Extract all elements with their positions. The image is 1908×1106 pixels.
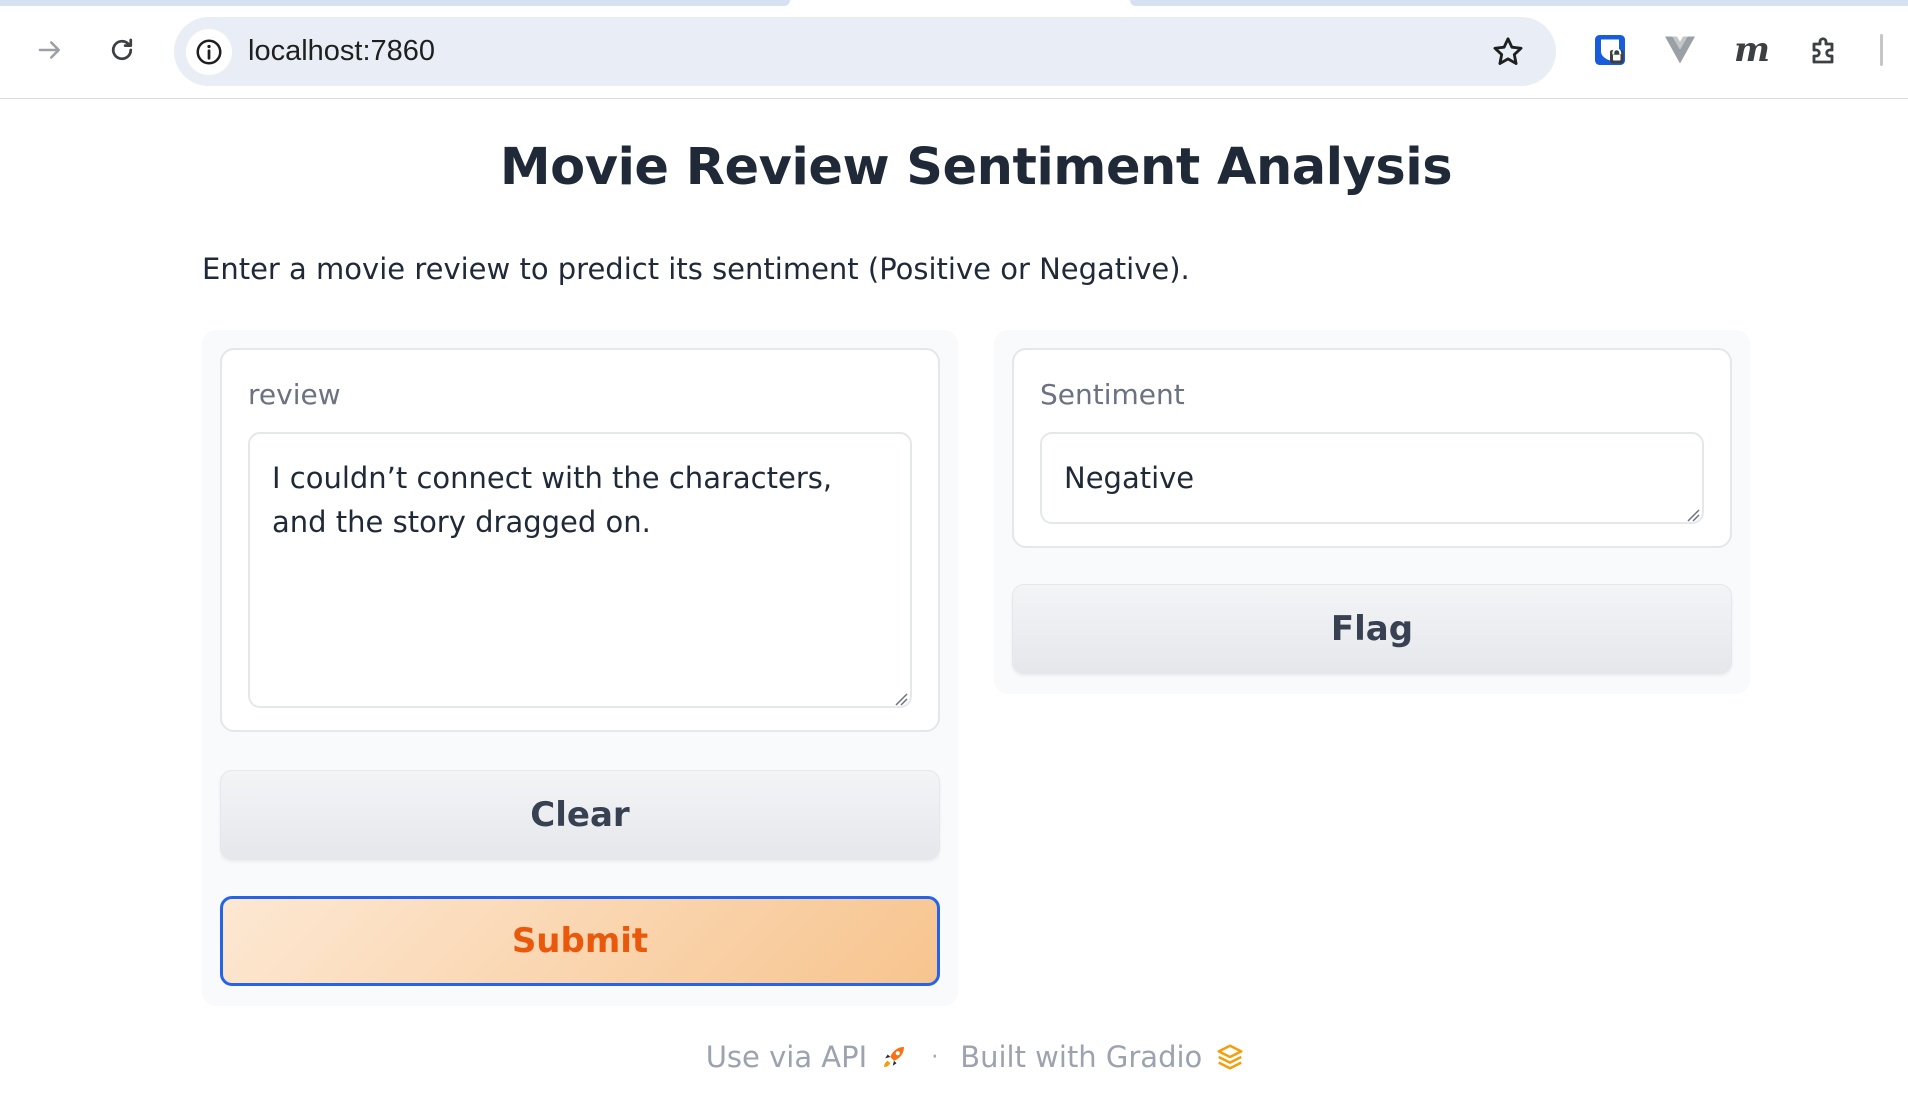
extensions-puzzle-icon[interactable] xyxy=(1806,30,1846,70)
info-icon xyxy=(196,39,222,65)
page-description: Enter a movie review to predict its sent… xyxy=(202,252,1190,286)
resize-handle-icon[interactable] xyxy=(1686,508,1700,522)
built-with-gradio-link[interactable]: Built with Gradio xyxy=(960,1040,1246,1074)
use-via-api-link[interactable]: Use via API xyxy=(706,1040,909,1074)
reload-button[interactable] xyxy=(98,26,146,74)
review-textarea[interactable]: I couldn’t connect with the characters, … xyxy=(248,432,912,708)
site-info-button[interactable] xyxy=(186,29,232,75)
page-title: Movie Review Sentiment Analysis xyxy=(499,138,1453,197)
built-with-gradio-label: Built with Gradio xyxy=(960,1040,1203,1074)
sentiment-block: Sentiment Negative xyxy=(1012,348,1732,548)
review-block: review I couldn’t connect with the chara… xyxy=(220,348,940,732)
output-panel: Sentiment Negative Flag xyxy=(994,330,1750,694)
bitwarden-extension-icon[interactable] xyxy=(1590,30,1630,70)
sentiment-output[interactable]: Negative xyxy=(1040,432,1704,524)
arrow-right-icon xyxy=(38,41,60,59)
address-bar[interactable]: localhost:7860 xyxy=(174,17,1556,86)
forward-button[interactable] xyxy=(26,26,74,74)
review-label: review xyxy=(248,378,341,411)
browser-toolbar: localhost:7860 m xyxy=(0,0,1908,99)
bookmark-star-icon[interactable] xyxy=(1490,34,1526,70)
footer-separator: · xyxy=(931,1044,939,1070)
sentiment-label: Sentiment xyxy=(1040,378,1185,411)
vue-devtools-extension-icon[interactable] xyxy=(1660,30,1700,70)
m-extension-icon[interactable]: m xyxy=(1732,30,1772,70)
footer: Use via API · Built with Gradio xyxy=(0,1040,1908,1074)
rocket-icon xyxy=(884,1047,905,1067)
submit-button[interactable]: Submit xyxy=(220,896,940,986)
gradio-logo-icon xyxy=(1217,1044,1243,1070)
use-via-api-label: Use via API xyxy=(705,1040,868,1074)
input-panel: review I couldn’t connect with the chara… xyxy=(202,330,958,1006)
reload-icon xyxy=(111,38,133,61)
clear-button[interactable]: Clear xyxy=(220,770,940,860)
url-text[interactable]: localhost:7860 xyxy=(248,17,435,86)
toolbar-divider xyxy=(1880,34,1883,66)
resize-handle-icon[interactable] xyxy=(894,692,908,706)
flag-button[interactable]: Flag xyxy=(1012,584,1732,674)
tab-strip xyxy=(0,0,790,6)
tab-strip xyxy=(1130,0,1908,6)
